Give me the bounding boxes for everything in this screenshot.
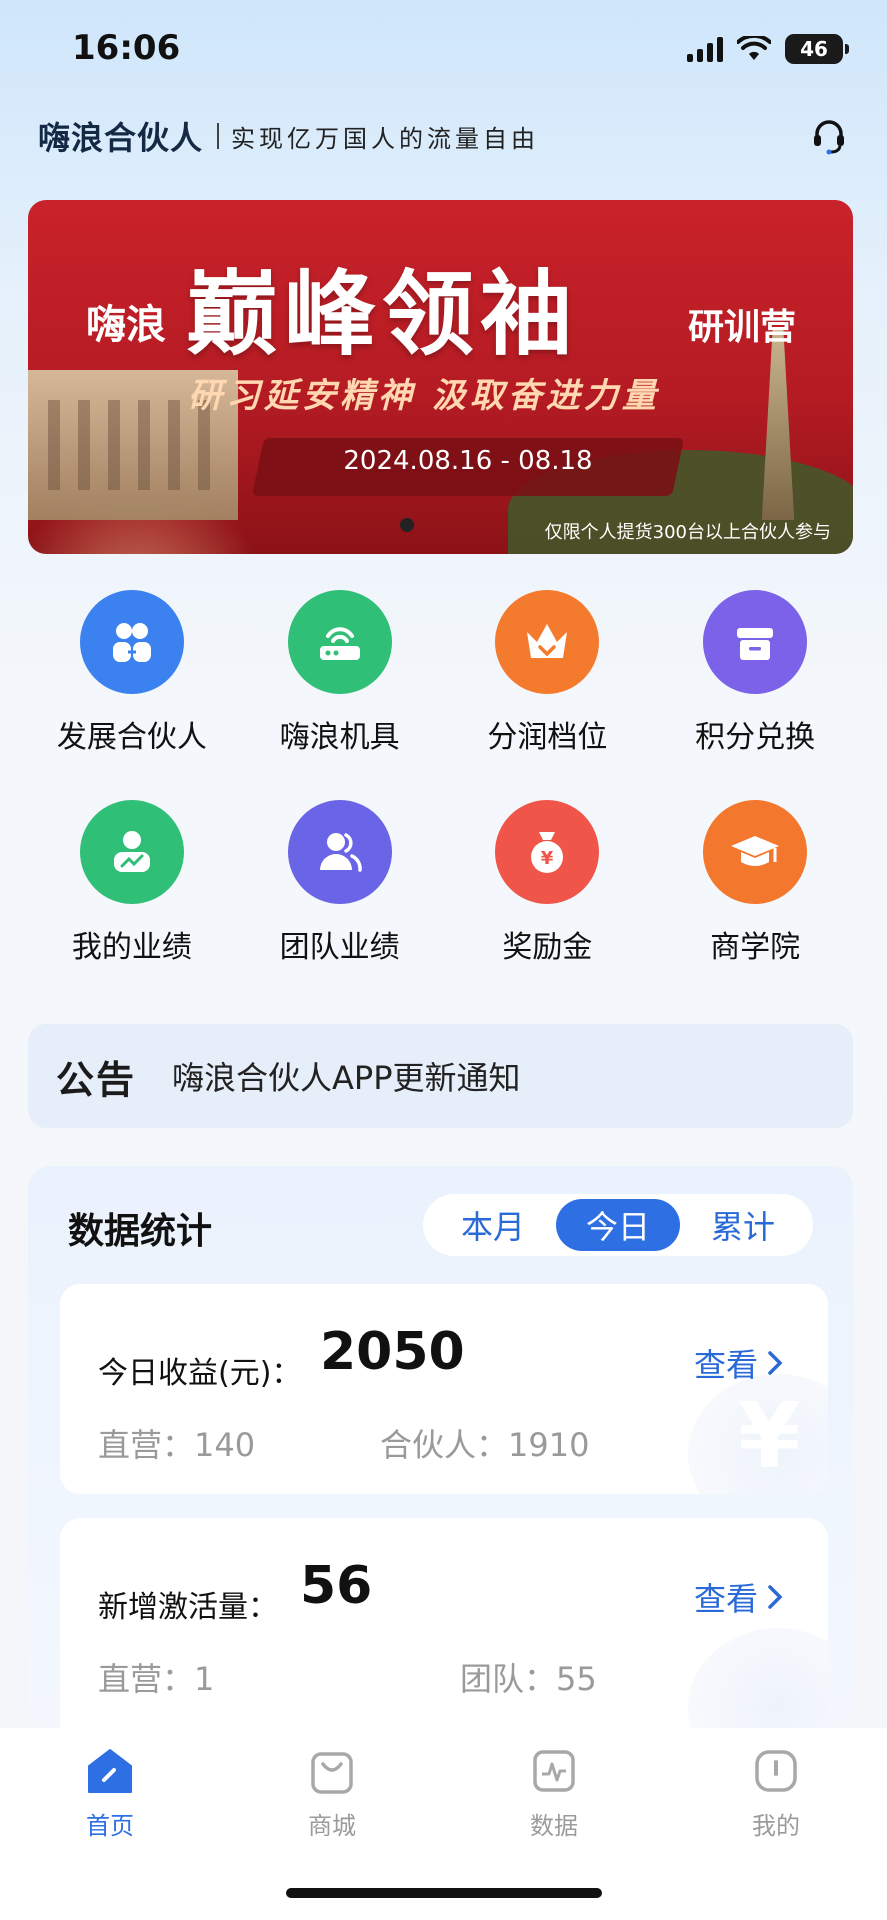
grid-label: 奖励金 (502, 930, 593, 965)
svg-text:¥: ¥ (541, 848, 554, 869)
grid-label: 我的业绩 (71, 930, 192, 965)
grid-item-team-performance[interactable]: 团队业绩 (236, 800, 444, 966)
announcement-tag: 公告 (56, 1057, 137, 1102)
activation-value: 56 (300, 1556, 373, 1616)
activation-team: 团队：55 (460, 1660, 597, 1698)
router-icon (287, 590, 392, 694)
announcement-bar[interactable]: 公告 嗨浪合伙人APP更新通知 (28, 1024, 853, 1128)
stats-panel: 数据统计 本月 今日 累计 ¥ 今日收益(元)： 2050 查看 直营：140 … (28, 1166, 853, 1748)
tab-label: 数据 (530, 1812, 578, 1840)
bottom-tab-bar: 首页 商城 数据 我的 (0, 1728, 887, 1920)
stats-title: 数据统计 (68, 1211, 213, 1252)
signal-icon (687, 36, 723, 62)
yuan-watermark-icon: ¥ (688, 1374, 828, 1494)
home-indicator (286, 1888, 602, 1898)
banner-note: 仅限个人提货300台以上合伙人参与 (544, 522, 831, 543)
grid-item-points-exchange[interactable]: 积分兑换 (651, 590, 859, 756)
team-icon (287, 800, 392, 904)
tab-mine[interactable]: 我的 (716, 1744, 836, 1841)
grid-item-my-performance[interactable]: 我的业绩 (28, 800, 236, 966)
brand-name: 嗨浪合伙人 (38, 119, 204, 157)
crown-icon (495, 590, 600, 694)
headset-icon[interactable] (809, 116, 849, 156)
tab-label: 我的 (752, 1812, 800, 1840)
activation-card: 新增激活量： 56 查看 直营：1 团队：55 (60, 1518, 828, 1748)
grid-label: 商学院 (710, 930, 801, 965)
tab-today[interactable]: 今日 (556, 1199, 680, 1251)
grid-item-develop-partner[interactable]: 发展合伙人 (28, 590, 236, 756)
shopping-bag-icon (311, 1752, 353, 1794)
status-icons: 46 (687, 34, 849, 64)
income-direct: 直营：140 (98, 1426, 256, 1464)
tab-label: 首页 (86, 1812, 134, 1840)
announcement-text[interactable]: 嗨浪合伙人APP更新通知 (172, 1053, 521, 1099)
grid-label: 嗨浪机具 (279, 720, 400, 755)
income-value: 2050 (320, 1322, 465, 1382)
header-slogan: 实现亿万国人的流量自由 (231, 124, 540, 153)
graduation-cap-icon (703, 800, 808, 904)
grid-label: 发展合伙人 (56, 720, 207, 755)
activation-view-link[interactable]: 查看 (694, 1574, 784, 1620)
grid-label: 分润档位 (487, 720, 608, 755)
status-bar: 16:06 46 (0, 0, 887, 100)
grid-item-profit-tier[interactable]: 分润档位 (444, 590, 652, 756)
tab-total[interactable]: 累计 (681, 1199, 805, 1251)
income-partner: 合伙人：1910 (380, 1426, 590, 1464)
banner-suffix: 研训营 (688, 307, 797, 348)
chevron-right-icon (768, 1351, 783, 1375)
home-icon (88, 1749, 132, 1793)
network-badge: 46 (785, 34, 849, 64)
grid-item-reward[interactable]: ¥ 奖励金 (444, 800, 652, 966)
grid-label: 团队业绩 (279, 930, 400, 965)
feature-grid: 发展合伙人 嗨浪机具 分润档位 积分兑换 我的业绩 团队业绩 ¥ 奖励金 商学院 (28, 590, 859, 966)
performance-icon (79, 800, 184, 904)
partners-icon (79, 590, 184, 694)
income-label: 今日收益(元)： (98, 1356, 302, 1391)
grid-item-business-school[interactable]: 商学院 (651, 800, 859, 966)
gift-box-icon (703, 590, 808, 694)
tab-mall[interactable]: 商城 (272, 1744, 392, 1841)
money-bag-icon: ¥ (495, 800, 600, 904)
activation-label: 新增激活量： (98, 1590, 278, 1625)
tab-month[interactable]: 本月 (431, 1199, 555, 1251)
grid-label: 积分兑换 (695, 720, 816, 755)
carousel-indicator (400, 518, 414, 532)
tab-data[interactable]: 数据 (494, 1744, 614, 1841)
status-time: 16:06 (72, 28, 181, 68)
profile-icon (755, 1750, 797, 1792)
chart-icon (533, 1750, 575, 1792)
activation-direct: 直营：1 (98, 1660, 215, 1698)
tab-label: 商城 (308, 1812, 356, 1840)
income-card: ¥ 今日收益(元)： 2050 查看 直营：140 合伙人：1910 (60, 1284, 828, 1494)
view-label: 查看 (693, 1346, 758, 1384)
promo-banner[interactable]: 嗨浪 巅峰领袖 研训营 研习延安精神 汲取奋进力量 2024.08.16 - 0… (28, 200, 853, 554)
banner-title: 巅峰领袖 (186, 260, 579, 368)
wifi-icon (737, 36, 771, 60)
income-view-link[interactable]: 查看 (694, 1340, 784, 1386)
period-switch: 本月 今日 累计 (423, 1194, 813, 1256)
tab-home[interactable]: 首页 (50, 1744, 170, 1841)
header-divider (217, 123, 220, 149)
grid-item-machines[interactable]: 嗨浪机具 (236, 590, 444, 756)
view-label: 查看 (693, 1580, 758, 1618)
banner-prefix: 嗨浪 (86, 302, 166, 348)
banner-subtitle: 研习延安精神 汲取奋进力量 (188, 376, 660, 416)
banner-dates: 2024.08.16 - 08.18 (343, 446, 593, 476)
chevron-right-icon (768, 1585, 783, 1609)
app-header: 嗨浪合伙人 实现亿万国人的流量自由 (38, 112, 849, 160)
